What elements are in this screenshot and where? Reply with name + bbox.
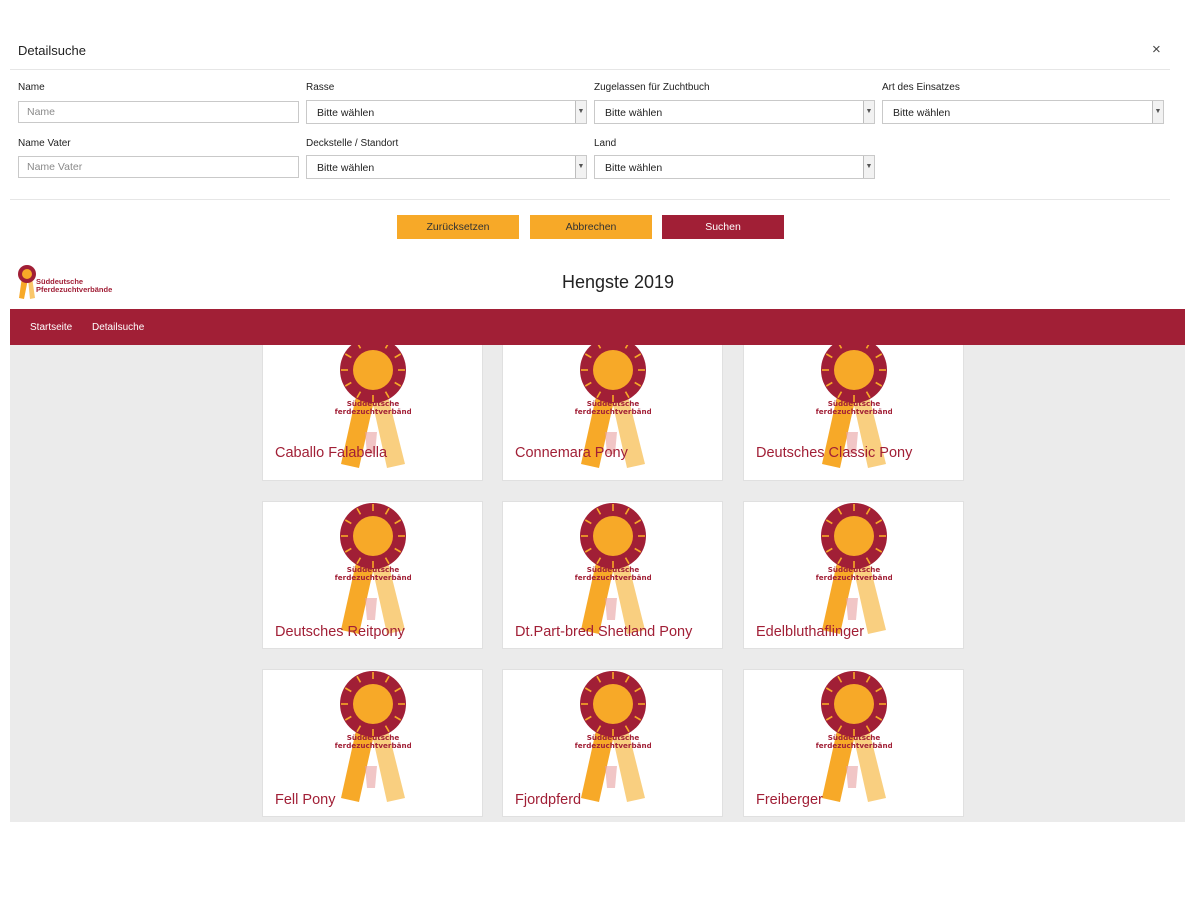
deckstelle-select-value: Bitte wählen [317, 162, 375, 174]
zuchtbuch-label: Zugelassen für Zuchtbuch [594, 82, 710, 93]
breed-card-label: Edelbluthaflinger [756, 624, 865, 640]
reset-button[interactable]: Zurücksetzen [397, 215, 519, 239]
name-label: Name [18, 82, 45, 93]
chevron-down-icon: ▼ [1152, 101, 1163, 123]
zuchtbuch-select-value: Bitte wählen [605, 107, 663, 119]
svg-text:Pferdezuchtverbände: Pferdezuchtverbände [335, 407, 411, 416]
svg-text:Pferdezuchtverbände: Pferdezuchtverbände [575, 407, 651, 416]
breed-card[interactable]: SüddeutschePferdezuchtverbände Fjordpfer… [502, 669, 723, 817]
nav-startseite[interactable]: Startseite [30, 322, 72, 333]
panel-title: Detailsuche [18, 43, 86, 58]
breed-card[interactable]: SüddeutschePferdezuchtverbände Deutsches… [262, 501, 483, 649]
chevron-down-icon: ▼ [575, 156, 586, 178]
name-input[interactable] [18, 101, 299, 123]
page-title: Hengste 2019 [561, 272, 675, 292]
land-select-value: Bitte wählen [605, 162, 663, 174]
rosette-icon: SüddeutschePferdezuchtverbände [575, 503, 651, 634]
einsatz-label: Art des Einsatzes [882, 82, 960, 93]
breed-card[interactable]: SüddeutschePferdezuchtverbände Deutsches… [743, 345, 964, 481]
breed-card-label: Freiberger [756, 792, 823, 808]
rosette-icon: SüddeutschePferdezuchtverbände [575, 671, 651, 802]
breed-card-label: Dt.Part-bred Shetland Pony [515, 624, 693, 640]
breed-card[interactable]: SüddeutschePferdezuchtverbände Dt.Part-b… [502, 501, 723, 649]
svg-text:Pferdezuchtverbände: Pferdezuchtverbände [816, 407, 892, 416]
deckstelle-label: Deckstelle / Standort [306, 138, 399, 149]
breed-card[interactable]: SüddeutschePferdezuchtverbände Fell Pony [262, 669, 483, 817]
svg-text:Pferdezuchtverbände: Pferdezuchtverbände [575, 573, 651, 582]
land-label: Land [594, 138, 617, 149]
cancel-button[interactable]: Abbrechen [530, 215, 652, 239]
close-icon[interactable]: × [1152, 41, 1161, 58]
rosette-icon: SüddeutschePferdezuchtverbände [335, 503, 411, 634]
divider [10, 199, 1170, 200]
zuchtbuch-select[interactable]: Bitte wählen ▼ [594, 100, 875, 124]
breed-card[interactable]: SüddeutschePferdezuchtverbände Connemara… [502, 345, 723, 481]
deckstelle-select[interactable]: Bitte wählen ▼ [306, 155, 587, 179]
rosette-icon: SüddeutschePferdezuchtverbände [335, 671, 411, 802]
land-select[interactable]: Bitte wählen ▼ [594, 155, 875, 179]
rasse-select-value: Bitte wählen [317, 107, 375, 119]
nav-detailsuche[interactable]: Detailsuche [92, 322, 144, 333]
svg-text:Pferdezuchtverbände: Pferdezuchtverbände [816, 573, 892, 582]
rasse-label: Rasse [306, 82, 335, 93]
svg-text:Pferdezuchtverbände: Pferdezuchtverbände [335, 741, 411, 750]
breed-gallery: SüddeutschePferdezuchtverbände Caballo F… [10, 345, 1185, 822]
breed-card-label: Fell Pony [275, 792, 336, 808]
svg-text:Pferdezuchtverbände: Pferdezuchtverbände [335, 573, 411, 582]
name-vater-input[interactable] [18, 156, 299, 178]
chevron-down-icon: ▼ [863, 156, 874, 178]
divider [10, 69, 1170, 70]
rosette-icon: SüddeutschePferdezuchtverbände [816, 503, 892, 634]
svg-text:Pferdezuchtverbände: Pferdezuchtverbände [816, 741, 892, 750]
chevron-down-icon: ▼ [863, 101, 874, 123]
breed-card[interactable]: SüddeutschePferdezuchtverbände Edelbluth… [743, 501, 964, 649]
rasse-select[interactable]: Bitte wählen ▼ [306, 100, 587, 124]
breed-card-label: Deutsches Classic Pony [756, 445, 913, 461]
einsatz-select-value: Bitte wählen [893, 107, 951, 119]
breed-card-label: Deutsches Reitpony [275, 624, 405, 640]
breed-card[interactable]: SüddeutschePferdezuchtverbände Caballo F… [262, 345, 483, 481]
svg-text:Pferdezuchtverbände: Pferdezuchtverbände [575, 741, 651, 750]
chevron-down-icon: ▼ [575, 101, 586, 123]
breed-card[interactable]: SüddeutschePferdezuchtverbände Freiberge… [743, 669, 964, 817]
rosette-icon: SüddeutschePferdezuchtverbände [816, 671, 892, 802]
name-vater-label: Name Vater [18, 138, 71, 149]
einsatz-select[interactable]: Bitte wählen ▼ [882, 100, 1164, 124]
main-navbar: Startseite Detailsuche [10, 309, 1185, 345]
breed-card-label: Caballo Falabella [275, 445, 388, 461]
breed-card-label: Connemara Pony [515, 445, 628, 461]
search-button[interactable]: Suchen [662, 215, 784, 239]
breed-card-label: Fjordpferd [515, 792, 582, 808]
